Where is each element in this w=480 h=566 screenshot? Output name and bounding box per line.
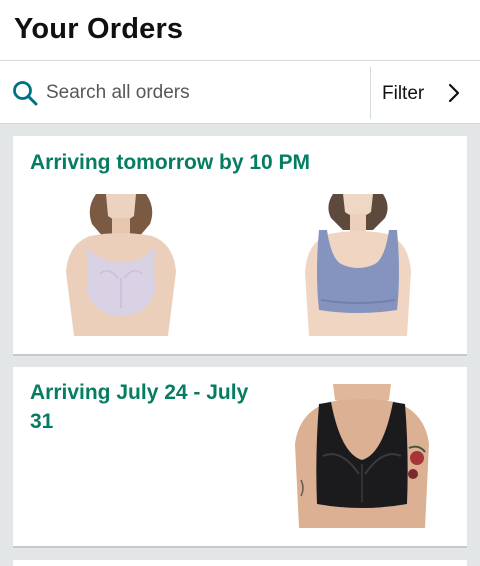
filter-label: Filter — [382, 83, 425, 104]
search-bar: Filter — [0, 60, 480, 124]
order-card[interactable]: Arriving July 24 - July 31 — [13, 367, 467, 548]
search-input[interactable] — [46, 77, 356, 109]
delivery-status: Arriving July 24 - July 31 — [30, 381, 249, 433]
search-icon[interactable] — [12, 80, 38, 106]
product-image-lilac-bra[interactable] — [60, 194, 182, 336]
page-header: Your Orders — [0, 0, 480, 60]
product-image-blue-bra[interactable] — [297, 194, 419, 336]
order-card[interactable]: Arriving tomorrow by 10 PM — [13, 136, 467, 356]
page-title: Your Orders — [14, 13, 184, 45]
next-order-card-edge — [13, 560, 467, 566]
delivery-status: Arriving tomorrow by 10 PM — [30, 151, 311, 174]
chevron-right-icon — [448, 83, 460, 103]
filter-button[interactable]: Filter — [370, 67, 480, 119]
product-image-black-bra[interactable] — [289, 384, 435, 528]
